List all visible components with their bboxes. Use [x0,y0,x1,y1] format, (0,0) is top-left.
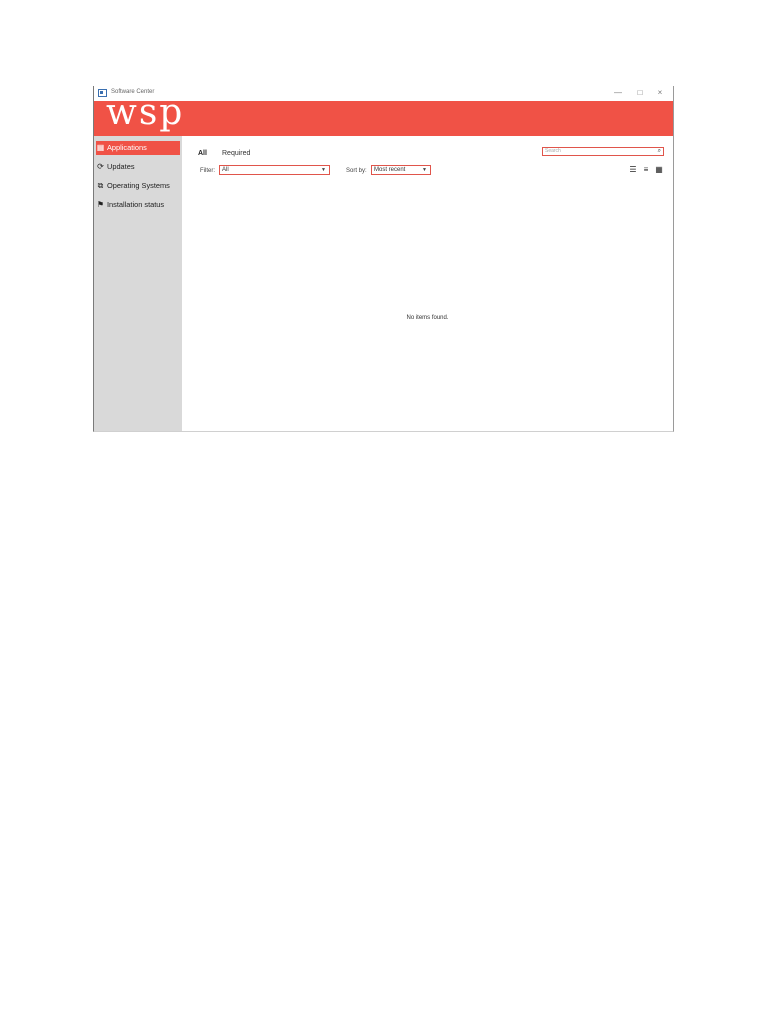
list-view-icon[interactable]: ≡ [641,165,651,175]
operating-systems-icon: ⧉ [97,181,104,190]
sidebar-item-label: Applications [107,143,147,152]
sort-label: Sort by: [346,168,367,174]
tab-all[interactable]: All [198,150,207,157]
applications-icon: ▦ [96,143,105,152]
close-button[interactable]: × [651,87,669,99]
refresh-icon: ⟳ [97,162,104,171]
search-input[interactable]: Search ⌕ [542,147,664,156]
sort-value: Most recent [374,167,406,173]
sidebar: ▦ Applications ⟳ Updates ⧉ Operating System… [94,136,182,431]
filter-dropdown[interactable]: All ▼ [219,165,330,175]
window-title: Software Center [111,89,155,95]
minimize-button[interactable]: — [609,87,627,99]
sidebar-item-label: Updates [107,162,135,171]
brand-header: wsp [94,101,673,136]
sidebar-item-applications[interactable]: ▦ Applications [96,141,180,155]
title-bar[interactable]: Software Center — □ × [94,86,673,101]
sidebar-item-updates[interactable]: ⟳ Updates [96,160,180,174]
chevron-down-icon: ▼ [422,167,427,173]
main-content: All Required Search ⌕ Filter: All ▼ Sort… [182,136,673,431]
empty-state-message: No items found. [406,315,449,321]
sidebar-item-label: Installation status [107,200,165,209]
software-center-icon [98,89,107,97]
search-icon[interactable]: ⌕ [658,148,661,155]
sort-dropdown[interactable]: Most recent ▼ [371,165,431,175]
checklist-view-icon[interactable]: ☰ [628,165,638,175]
maximize-button[interactable]: □ [631,87,649,99]
software-center-window: Software Center — □ × wsp ▦ Applications … [93,86,674,432]
tab-required[interactable]: Required [222,150,250,157]
flag-icon: ⚑ [96,200,105,209]
search-placeholder: Search [545,148,561,154]
sidebar-item-label: Operating Systems [107,181,170,190]
chevron-down-icon: ▼ [321,167,326,173]
sidebar-item-installation-status[interactable]: ⚑ Installation status [96,198,180,212]
wsp-logo: wsp [106,101,185,133]
tile-view-icon[interactable]: ▦ [654,165,664,175]
sidebar-item-operating-systems[interactable]: ⧉ Operating Systems [96,179,180,193]
filter-value: All [222,167,229,173]
filter-label: Filter: [200,168,215,174]
